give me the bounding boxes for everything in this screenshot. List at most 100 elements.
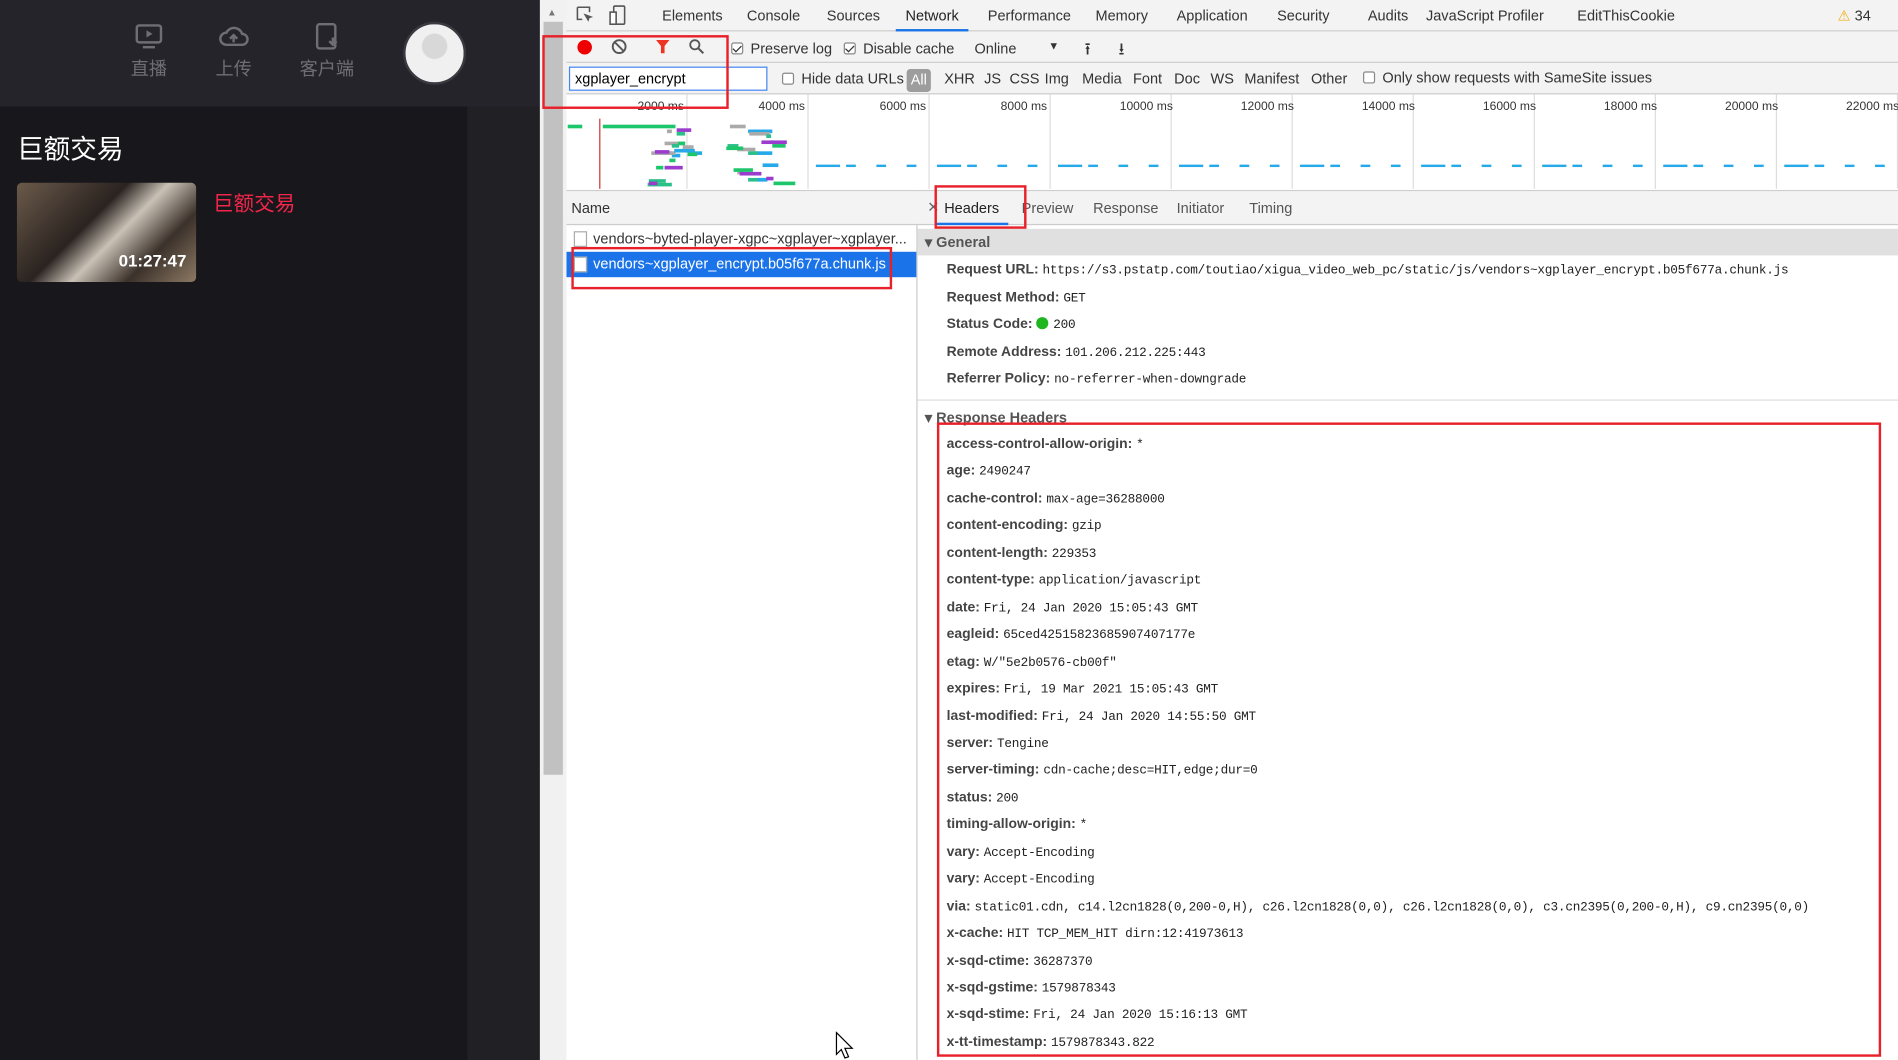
checkbox[interactable] xyxy=(843,42,856,55)
filter-type-css[interactable]: CSS xyxy=(1010,70,1040,87)
timeline-bar xyxy=(1481,164,1492,168)
inspect-element-icon[interactable] xyxy=(576,6,594,24)
samesite-checkbox[interactable]: Only show requests with SameSite issues xyxy=(1363,69,1652,86)
avatar[interactable] xyxy=(403,21,467,85)
status-ok-icon xyxy=(1036,317,1049,330)
filter-type-js[interactable]: JS xyxy=(984,70,1001,87)
general-title: General xyxy=(936,233,991,251)
nav-live[interactable]: 直播 xyxy=(113,22,186,81)
tab-response[interactable]: Response xyxy=(1083,191,1168,225)
nav-client[interactable]: 客户端 xyxy=(291,22,364,81)
tab-audits[interactable]: Audits xyxy=(1358,0,1418,31)
video-title-link[interactable]: 巨额交易 xyxy=(213,186,295,216)
divider xyxy=(917,399,1898,401)
filter-type-img[interactable]: Img xyxy=(1045,70,1069,87)
import-har-icon[interactable]: ⭱ xyxy=(1085,36,1091,65)
timeline-tick-label: 10000 ms xyxy=(1119,100,1173,114)
site-header: 直播 上传 客户端 xyxy=(0,0,540,107)
timeline-bar xyxy=(876,164,887,168)
header-value[interactable]: 101.206.212.225:443 xyxy=(1065,346,1206,361)
tab-memory[interactable]: Memory xyxy=(1086,0,1158,31)
timeline-bar xyxy=(772,143,786,148)
filter-type-manifest[interactable]: Manifest xyxy=(1244,70,1299,87)
timeline-gridline xyxy=(807,94,809,189)
timeline-bar xyxy=(671,144,679,148)
checkbox[interactable] xyxy=(1363,71,1376,84)
header-value[interactable]: 200 xyxy=(1053,318,1075,333)
header-value[interactable]: no-referrer-when-downgrade xyxy=(1054,373,1246,388)
filter-type-other[interactable]: Other xyxy=(1311,70,1347,87)
timeline-bar xyxy=(1663,164,1688,168)
timeline-bar xyxy=(674,148,695,153)
timeline-bar xyxy=(668,158,676,163)
tab-javascript-profiler[interactable]: JavaScript Profiler xyxy=(1416,0,1553,31)
site-gutter xyxy=(467,106,540,1060)
header-value[interactable]: https://s3.pstatp.com/toutiao/xigua_vide… xyxy=(1043,264,1789,279)
checkbox[interactable] xyxy=(781,72,795,85)
page-scrollbar[interactable]: ▲ xyxy=(539,0,567,1060)
tab-network[interactable]: Network xyxy=(895,0,969,32)
filter-type-doc[interactable]: Doc xyxy=(1174,70,1200,87)
timeline-bar xyxy=(1179,164,1204,168)
timeline-bar xyxy=(665,166,683,170)
tab-editthiscookie[interactable]: EditThisCookie xyxy=(1568,0,1685,31)
timeline-bar xyxy=(1693,164,1704,168)
timeline-bar xyxy=(1451,164,1462,168)
cloud-upload-icon xyxy=(219,26,249,46)
throttle-select[interactable]: Online ▼ xyxy=(974,40,1059,57)
timeline-bar xyxy=(1239,164,1250,168)
timeline-bar xyxy=(677,141,686,145)
website-panel: 直播 上传 客户端 巨额交易 01:27:47 巨额交易 xyxy=(0,0,540,1060)
filter-type-media[interactable]: Media xyxy=(1082,70,1122,87)
timeline-bar xyxy=(1511,164,1522,168)
network-overview-timeline[interactable]: 2000 ms 4000 ms 6000 ms 8000 ms 10000 ms 1200… xyxy=(566,94,1898,192)
filter-type-all[interactable]: All xyxy=(906,68,931,92)
header-row: Request URL: https://s3.pstatp.com/touti… xyxy=(947,263,1789,279)
scroll-up-arrow-icon[interactable]: ▲ xyxy=(547,7,557,18)
timeline-bar xyxy=(1360,164,1371,168)
tab-timing[interactable]: Timing xyxy=(1240,191,1302,225)
tab-application[interactable]: Application xyxy=(1167,0,1257,31)
filter-type-ws[interactable]: WS xyxy=(1211,70,1234,87)
general-section-header[interactable]: ▾ General xyxy=(917,228,1898,256)
timeline-tick-label: 12000 ms xyxy=(1240,100,1294,114)
timeline-bar xyxy=(997,164,1008,168)
live-tv-icon xyxy=(135,24,163,49)
throttle-value: Online xyxy=(974,39,1017,57)
timeline-bar xyxy=(815,164,841,168)
warnings-badge[interactable]: ⚠ 34 xyxy=(1838,7,1871,24)
video-thumbnail[interactable]: 01:27:47 xyxy=(16,182,197,283)
tab-console[interactable]: Console xyxy=(737,0,810,31)
timeline-load-marker xyxy=(599,118,601,189)
filter-type-font[interactable]: Font xyxy=(1133,70,1162,87)
header-row: Remote Address: 101.206.212.225:443 xyxy=(947,344,1206,360)
timeline-tick-label: 16000 ms xyxy=(1482,100,1537,114)
tab-security[interactable]: Security xyxy=(1267,0,1339,31)
hide-data-urls-checkbox[interactable]: Hide data URLs xyxy=(781,70,904,87)
filter-type-xhr[interactable]: XHR xyxy=(944,70,975,87)
preserve-log-checkbox[interactable]: Preserve log xyxy=(731,40,832,57)
nav-label: 客户端 xyxy=(299,59,355,80)
timeline-bar xyxy=(656,165,664,170)
timeline-bar xyxy=(1875,164,1885,168)
tab-performance[interactable]: Performance xyxy=(978,0,1081,31)
header-name: Referrer Policy: xyxy=(946,371,1051,387)
highlight-box-headers-tab xyxy=(934,185,1027,229)
tab-elements[interactable]: Elements xyxy=(652,0,732,31)
export-har-icon[interactable]: ⭳ xyxy=(1119,36,1125,65)
tab-sources[interactable]: Sources xyxy=(817,0,890,31)
name-column-header[interactable]: Name xyxy=(566,191,918,226)
checkbox[interactable] xyxy=(731,42,744,55)
header-value[interactable]: GET xyxy=(1063,291,1085,306)
devtools-tabbar: ⚠ 34 Elements Console Sources Network Perfor… xyxy=(566,0,1898,32)
preserve-log-label: Preserve log xyxy=(750,39,833,57)
disable-cache-checkbox[interactable]: Disable cache xyxy=(843,40,954,57)
nav-upload[interactable]: 上传 xyxy=(197,22,270,81)
request-name: vendors~byted-player-xgpc~xgplayer~xgpla… xyxy=(593,229,907,247)
timeline-tick-label: 4000 ms xyxy=(758,100,805,114)
device-toolbar-icon[interactable] xyxy=(609,5,626,26)
scrollbar-thumb[interactable] xyxy=(543,21,563,775)
timeline-bar xyxy=(687,153,697,157)
header-row: Status Code: 200 xyxy=(947,317,1076,333)
tab-initiator[interactable]: Initiator xyxy=(1167,191,1234,225)
